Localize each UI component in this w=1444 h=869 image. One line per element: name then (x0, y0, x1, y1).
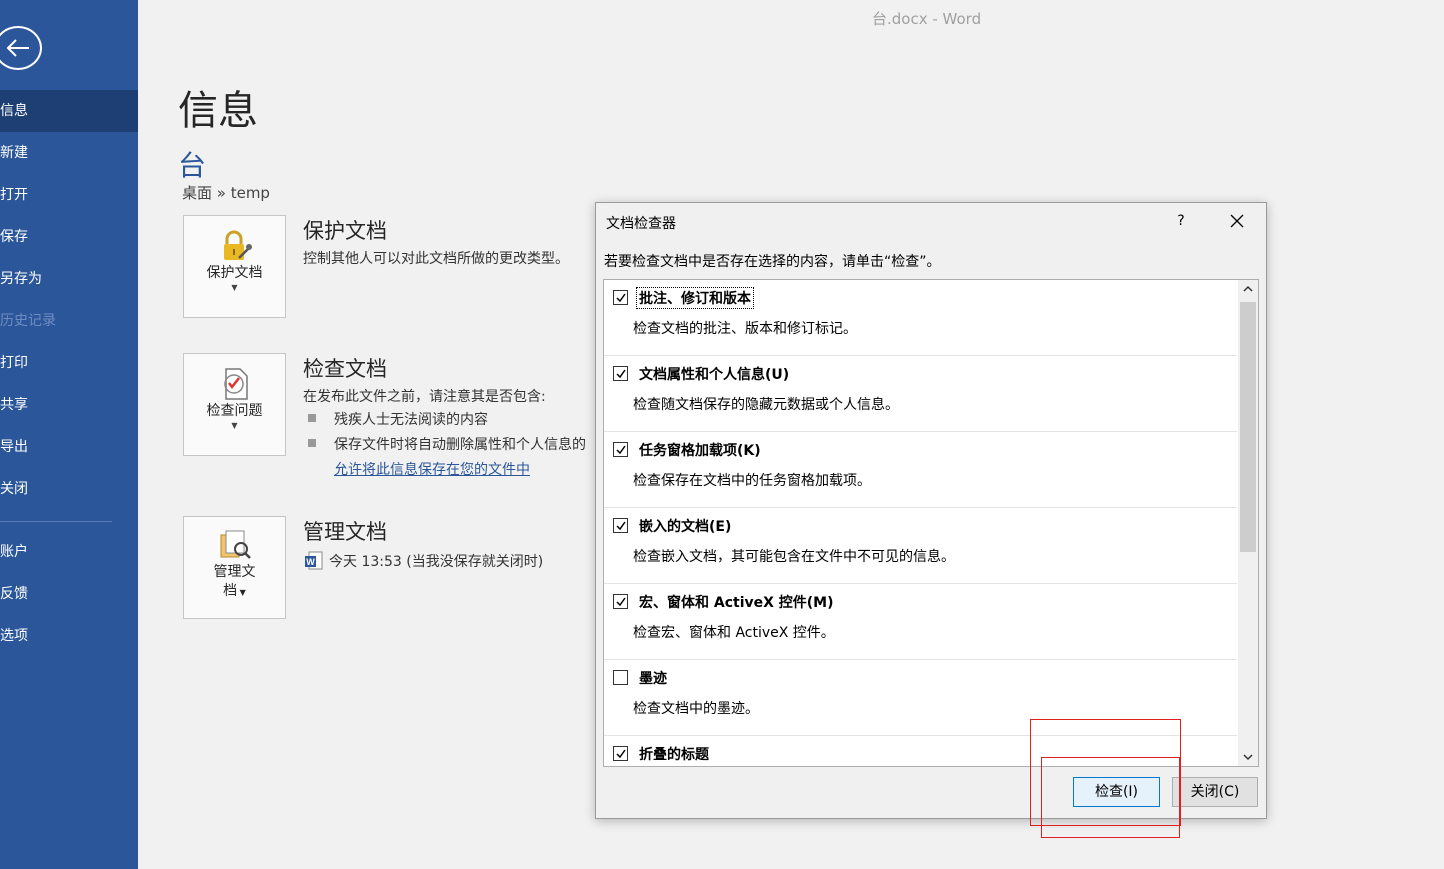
inspect-bullet-2: 保存文件时将自动删除属性和个人信息的 (334, 437, 586, 453)
nav-item-close[interactable]: 关闭 (0, 468, 138, 510)
macros-checkbox[interactable] (613, 594, 628, 609)
back-arrow-icon[interactable] (0, 26, 42, 70)
nav-item-save[interactable]: 保存 (0, 216, 138, 258)
nav-item-new[interactable]: 新建 (0, 132, 138, 174)
manage-document-icon (220, 530, 251, 559)
list-scrollbar[interactable] (1238, 280, 1258, 766)
item-desc: 检查宏、窗体和 ActiveX 控件。 (633, 625, 835, 641)
close-icon[interactable] (1224, 209, 1250, 233)
comments-checkbox[interactable] (613, 290, 628, 305)
chevron-down-icon: ▼ (231, 421, 238, 430)
nav-divider (0, 521, 112, 522)
protect-document-label: 保护文档 (206, 265, 263, 281)
item-desc: 检查随文档保存的隐藏元数据或个人信息。 (633, 397, 899, 413)
item-title[interactable]: 墨迹 (637, 668, 669, 688)
list-item: 折叠的标题 (604, 736, 1237, 766)
collapsed-headings-checkbox[interactable] (613, 746, 628, 761)
protect-document-button[interactable]: 保护文档 ▼ (183, 215, 286, 318)
item-title[interactable]: 文档属性和个人信息(U) (637, 364, 791, 384)
properties-checkbox[interactable] (613, 366, 628, 381)
item-title[interactable]: 任务窗格加载项(K) (637, 440, 763, 460)
document-name: 台 (178, 149, 207, 182)
taskpane-addins-checkbox[interactable] (613, 442, 628, 457)
list-item: 嵌入的文档(E) 检查嵌入文档，其可能包含在文件中不可见的信息。 (604, 508, 1237, 584)
item-desc: 检查嵌入文档，其可能包含在文件中不可见的信息。 (633, 549, 955, 565)
scroll-down-icon[interactable] (1238, 748, 1258, 766)
nav-item-save-as[interactable]: 另存为 (0, 258, 138, 300)
check-issues-label: 检查问题 (206, 403, 263, 419)
list-item: 墨迹 检查文档中的墨迹。 (604, 660, 1237, 736)
manage-title: 管理文档 (303, 520, 387, 544)
list-item: 文档属性和个人信息(U) 检查随文档保存的隐藏元数据或个人信息。 (604, 356, 1237, 432)
chevron-down-icon: ▼ (231, 283, 238, 292)
inspect-desc: 在发布此文件之前，请注意其是否包含: (303, 389, 546, 405)
nav-item-options[interactable]: 选项 (0, 615, 138, 657)
nav-item-open[interactable]: 打开 (0, 174, 138, 216)
lock-key-icon (223, 230, 252, 260)
version-entry[interactable]: 今天 13:53 (当我没保存就关闭时) (329, 551, 543, 571)
dialog-title: 文档检查器 (606, 216, 676, 232)
nav-item-share[interactable]: 共享 (0, 384, 138, 426)
item-title[interactable]: 嵌入的文档(E) (637, 516, 733, 536)
nav-item-feedback[interactable]: 反馈 (0, 573, 138, 615)
inspector-list: 批注、修订和版本 检查文档的批注、版本和修订标记。 文档属性和个人信息(U) 检… (603, 279, 1259, 767)
scroll-thumb[interactable] (1240, 302, 1256, 552)
document-path[interactable]: 桌面 » temp (182, 182, 270, 203)
list-item: 宏、窗体和 ActiveX 控件(M) 检查宏、窗体和 ActiveX 控件。 (604, 584, 1237, 660)
item-desc: 检查文档的批注、版本和修订标记。 (633, 321, 857, 337)
help-button[interactable]: ? (1171, 209, 1191, 233)
scroll-up-icon[interactable] (1238, 280, 1258, 298)
protect-title: 保护文档 (303, 219, 387, 243)
inspect-document-icon (223, 368, 248, 400)
list-item: 任务窗格加载项(K) 检查保存在文档中的任务窗格加载项。 (604, 432, 1237, 508)
dialog-instruction: 若要检查文档中是否存在选择的内容，请单击“检查”。 (604, 254, 941, 270)
page-title: 信息 (178, 88, 258, 134)
svg-text:W: W (306, 557, 315, 567)
manage-document-label-2: 档 ▼ (223, 583, 246, 599)
manage-document-label-1: 管理文 (213, 564, 256, 580)
word-document-icon: W (305, 551, 323, 570)
item-title[interactable]: 批注、修订和版本 (636, 287, 754, 309)
nav-item-history: 历史记录 (0, 313, 56, 329)
ink-checkbox[interactable] (613, 670, 628, 685)
window-title: 台.docx - Word (872, 10, 982, 28)
close-button[interactable]: 关闭(C) (1172, 777, 1258, 807)
item-title[interactable]: 宏、窗体和 ActiveX 控件(M) (637, 592, 836, 612)
nav-item-export[interactable]: 导出 (0, 426, 138, 468)
inspect-title: 检查文档 (303, 357, 387, 381)
bullet-marker (308, 414, 316, 422)
check-issues-button[interactable]: 检查问题 ▼ (183, 353, 286, 456)
protect-desc: 控制其他人可以对此文档所做的更改类型。 (303, 251, 569, 267)
nav-item-account[interactable]: 账户 (0, 531, 138, 573)
manage-document-button[interactable]: 管理文 档 ▼ (183, 516, 286, 619)
list-item: 批注、修订和版本 检查文档的批注、版本和修订标记。 (604, 280, 1237, 356)
allow-save-info-link[interactable]: 允许将此信息保存在您的文件中 (334, 459, 530, 479)
nav-item-info[interactable]: 信息 (0, 90, 138, 132)
nav-item-print[interactable]: 打印 (0, 342, 138, 384)
embedded-documents-checkbox[interactable] (613, 518, 628, 533)
backstage-nav: 信息 新建 打开 保存 另存为 历史记录 打印 共享 导出 关闭 账户 反馈 选… (0, 0, 138, 869)
item-desc: 检查保存在文档中的任务窗格加载项。 (633, 473, 871, 489)
item-desc: 检查文档中的墨迹。 (633, 701, 759, 717)
inspect-bullet-1: 残疾人士无法阅读的内容 (334, 412, 488, 428)
inspect-button[interactable]: 检查(I) (1073, 777, 1160, 807)
document-inspector-dialog: 文档检查器 ? 若要检查文档中是否存在选择的内容，请单击“检查”。 批注、修订和… (595, 202, 1267, 819)
bullet-marker (308, 439, 316, 447)
item-title[interactable]: 折叠的标题 (637, 744, 711, 764)
